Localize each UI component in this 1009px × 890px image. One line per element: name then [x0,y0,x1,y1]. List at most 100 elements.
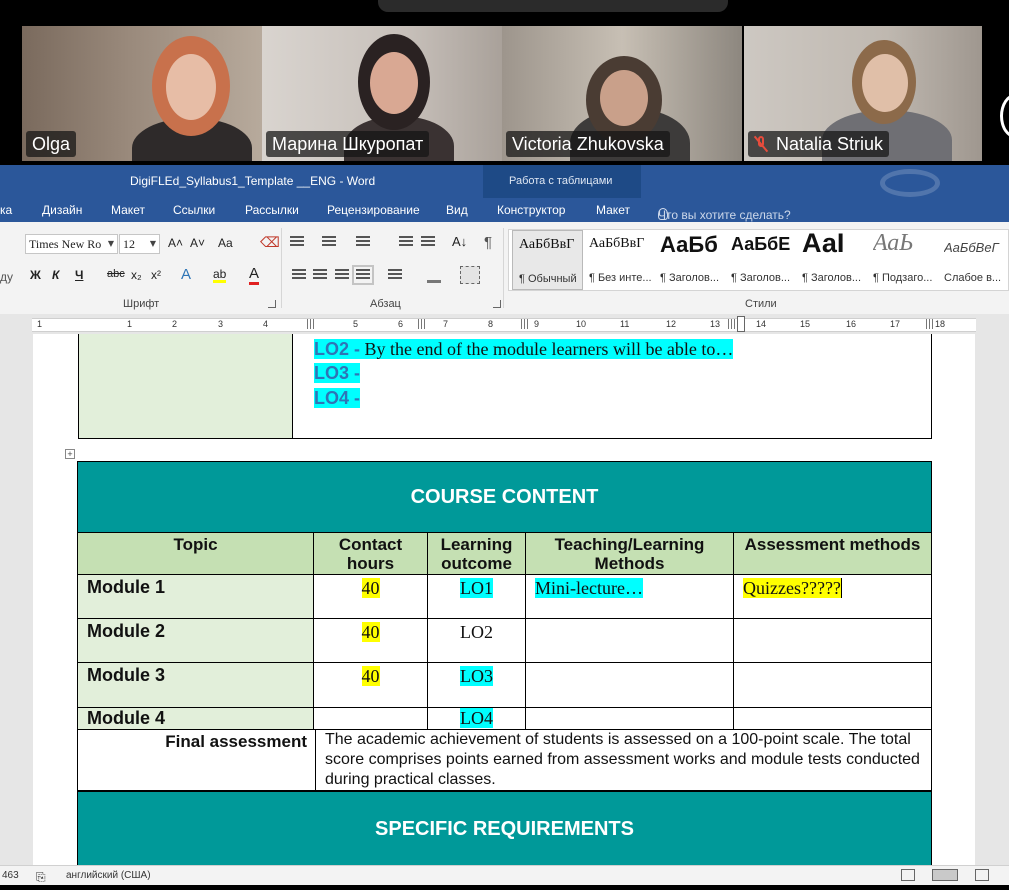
read-mode-icon[interactable] [901,869,915,881]
module-cell[interactable]: Module 2 [78,619,314,663]
methods-cell[interactable] [526,619,734,663]
gallery-scroll-icon[interactable] [1000,94,1009,138]
specific-requirements-title[interactable]: SPECIFIC REQUIREMENTS [77,791,932,865]
assessment-cell[interactable] [734,619,932,663]
outcome-cell[interactable]: LO1 [428,575,526,619]
style-heading-2[interactable]: АаБбЕ ¶ Заголов... [725,230,796,290]
bold-button[interactable]: Ж [30,268,41,282]
video-tile-olga[interactable]: Olga [22,26,262,161]
column-marker-icon[interactable] [728,319,736,329]
highlight-button[interactable]: ab [213,268,227,283]
style-subtitle[interactable]: АаЬ ¶ Подзаго... [867,230,938,290]
shrink-font-button[interactable]: A˅ [190,236,205,250]
bullets-icon[interactable] [290,236,304,248]
language-indicator[interactable]: английский (США) [66,870,151,881]
video-tile-marina[interactable]: Марина Шкуропат [262,26,502,161]
lo-line-4[interactable]: LO4 - [314,388,361,409]
tab-view[interactable]: Вид [446,203,468,217]
tab-design[interactable]: Дизайн [42,203,82,217]
style-subtle-emphasis[interactable]: АаБбВеГ Слабое в... [938,230,1009,290]
font-name-combo[interactable]: Times New Ro ▼ [25,234,118,254]
column-marker-icon[interactable] [418,319,426,329]
clear-formatting-icon[interactable]: ⌫ [260,234,280,251]
methods-cell[interactable] [526,708,734,730]
col-header-methods[interactable]: Teaching/Learning Methods [526,533,734,575]
print-layout-icon[interactable] [932,869,958,881]
word-count[interactable]: 463 [2,870,19,881]
table-move-handle-icon[interactable]: + [65,449,75,459]
align-right-icon[interactable] [335,269,349,281]
increase-indent-icon[interactable] [421,236,435,248]
align-center-icon[interactable] [313,269,327,281]
tab-references[interactable]: Ссылки [173,203,215,217]
video-tile-natalia[interactable]: Natalia Striuk [744,26,982,161]
web-layout-icon[interactable] [975,869,989,881]
superscript-button[interactable]: x² [151,268,161,282]
column-marker-icon[interactable] [926,319,934,329]
numbering-icon[interactable] [322,236,336,248]
change-case-button[interactable]: Aa [218,236,233,250]
multilevel-list-icon[interactable] [356,236,370,248]
tab-layout[interactable]: Макет [111,203,145,217]
module-cell[interactable]: Module 1 [78,575,314,619]
hours-cell[interactable]: 40 [314,663,428,708]
subscript-button[interactable]: x₂ [131,268,142,282]
lo-label-cell[interactable] [79,334,293,438]
proofing-icon[interactable]: ⎘ [36,870,46,885]
tab-review[interactable]: Рецензирование [327,203,420,217]
outcome-cell[interactable]: LO2 [428,619,526,663]
outcome-cell[interactable]: LO4 [428,708,526,730]
col-header-outcome[interactable]: Learning outcome [428,533,526,575]
meeting-controls-pill[interactable] [378,0,728,12]
hours-cell[interactable]: 40 [314,619,428,663]
indent-marker-icon[interactable] [737,316,745,332]
hours-cell[interactable] [314,708,428,730]
hours-cell[interactable]: 40 [314,575,428,619]
align-left-icon[interactable] [292,269,306,281]
style-normal[interactable]: АаБбВвГ ¶ Обычный [512,230,583,290]
column-marker-icon[interactable] [307,319,315,329]
col-header-assessment[interactable]: Assessment methods [734,533,932,575]
lo-line-3[interactable]: LO3 - [314,363,361,384]
col-header-topic[interactable]: Topic [78,533,314,575]
tab-table-design[interactable]: Конструктор [497,203,565,217]
methods-cell[interactable]: Mini-lecture… [526,575,734,619]
module-cell[interactable]: Module 4 [78,708,314,730]
strikethrough-button[interactable]: abc [107,268,125,280]
column-marker-icon[interactable] [521,319,529,329]
tab-mailings[interactable]: Рассылки [245,203,299,217]
module-cell[interactable]: Module 3 [78,663,314,708]
video-tile-victoria[interactable]: Victoria Zhukovska [502,26,742,161]
font-color-button[interactable]: A [249,266,260,285]
final-assessment-label[interactable]: Final assessment [78,730,316,791]
style-heading-1[interactable]: АаБб ¶ Заголов... [654,230,725,290]
style-heading-3[interactable]: АаI ¶ Заголов... [796,228,867,290]
paragraph-dialog-launcher-icon[interactable] [493,300,501,308]
course-content-title[interactable]: COURSE CONTENT [77,461,932,533]
tab-home-partial[interactable]: ка [0,203,12,217]
assessment-cell[interactable] [734,663,932,708]
sort-button[interactable]: А↓ [452,234,467,249]
line-spacing-icon[interactable] [388,269,402,281]
tab-table-layout[interactable]: Макет [596,203,630,217]
horizontal-ruler[interactable]: 1 1 2 3 4 5 6 7 8 9 10 11 12 13 14 15 16… [0,314,1009,334]
final-assessment-text[interactable]: The academic achievement of students is … [316,730,932,791]
font-dialog-launcher-icon[interactable] [268,300,276,308]
shading-icon[interactable] [427,266,441,283]
outcome-cell[interactable]: LO3 [428,663,526,708]
font-size-combo[interactable]: 12 ▼ [119,234,160,254]
decrease-indent-icon[interactable] [399,236,413,248]
col-header-hours[interactable]: Contact hours [314,533,428,575]
grow-font-button[interactable]: A˄ [168,236,183,250]
assessment-cell[interactable]: Quizzes????? [734,575,932,619]
borders-icon[interactable] [460,266,480,284]
style-no-spacing[interactable]: АаБбВвГ ¶ Без инте... [583,230,654,290]
methods-cell[interactable] [526,663,734,708]
justify-icon[interactable] [352,265,374,285]
show-marks-button[interactable]: ¶ [484,234,492,251]
underline-button[interactable]: Ч [75,268,83,282]
text-effects-button[interactable]: A [181,266,191,283]
lo-line-2[interactable]: LO2 - By the end of the module learners … [314,339,734,360]
assessment-cell[interactable] [734,708,932,730]
italic-button[interactable]: К [52,268,59,282]
